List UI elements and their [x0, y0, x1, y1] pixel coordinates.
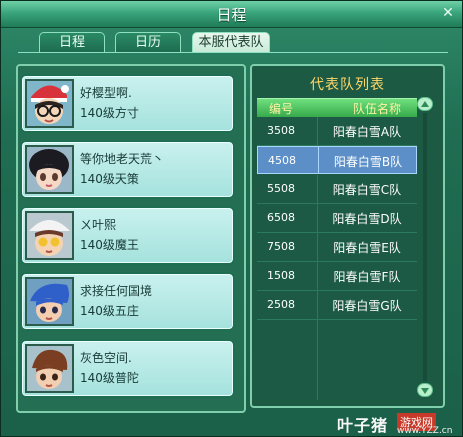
watermark-logo: 叶子猪 游戏网 www.YZZ.cn [337, 411, 455, 436]
window-title: 日程 [216, 6, 247, 24]
member-card[interactable]: 灰色空间. 140级普陀 [20, 339, 235, 398]
chevron-down-icon [421, 388, 429, 394]
scroll-up-button[interactable] [417, 97, 433, 111]
table-row[interactable]: 3508 阳春白雪A队 [257, 117, 417, 146]
tab-label: 日程 [58, 35, 85, 50]
team-name: 阳春白雪A队 [332, 125, 402, 139]
team-name: 阳春白雪E队 [333, 241, 401, 255]
team-id: 2508 [267, 298, 295, 311]
scroll-track[interactable] [423, 113, 427, 381]
team-list-title: 代表队列表 [310, 77, 385, 93]
team-id: 6508 [267, 211, 295, 224]
member-card[interactable]: ㄨ叶熙 140级魔王 [20, 206, 235, 265]
table-row[interactable]: 6508 阳春白雪D队 [257, 204, 417, 233]
table-row[interactable]: 5508 阳春白雪C队 [257, 175, 417, 204]
member-name: 等你地老天荒丶 [80, 152, 165, 166]
column-header-id: 编号 [269, 102, 294, 116]
team-name: 阳春白雪D队 [332, 212, 402, 226]
schedule-window: 日程 ✕ 日程 日历 本服代表队 好樱型啊. 140级方寸 等你地老天荒丶 14… [0, 0, 463, 437]
member-level-class: 140级魔王 [80, 238, 139, 252]
team-id: 4508 [268, 154, 296, 167]
team-table-header: 编号 队伍名称 [257, 98, 417, 117]
team-list-scrollbar[interactable] [417, 97, 433, 397]
member-level-class: 140级方寸 [80, 106, 139, 120]
team-name: 阳春白雪F队 [333, 270, 401, 284]
team-id: 1508 [267, 269, 295, 282]
table-row[interactable]: 7508 阳春白雪E队 [257, 233, 417, 262]
team-id: 3508 [267, 124, 295, 137]
table-row[interactable]: 2508 阳春白雪G队 [257, 291, 417, 320]
member-card[interactable]: 求接任何国境 140级五庄 [20, 272, 235, 331]
avatar [25, 277, 74, 326]
close-icon[interactable]: ✕ [440, 5, 456, 21]
member-name: 灰色空间. [80, 351, 132, 365]
member-name: 求接任何国境 [80, 284, 153, 298]
team-id: 7508 [267, 240, 295, 253]
team-id: 5508 [267, 182, 295, 195]
team-name: 阳春白雪G队 [332, 299, 402, 313]
watermark-brand: 叶子猪 [337, 416, 389, 435]
team-name: 阳春白雪B队 [333, 155, 403, 169]
scroll-down-button[interactable] [417, 383, 433, 397]
tab-label: 日历 [134, 35, 161, 50]
watermark-url: www.YZZ.cn [397, 426, 453, 436]
member-name: ㄨ叶熙 [80, 218, 117, 232]
avatar [25, 344, 74, 393]
member-card[interactable]: 好樱型啊. 140级方寸 [20, 74, 235, 133]
member-level-class: 140级天策 [80, 172, 139, 186]
table-empty-area [257, 320, 417, 400]
tab-label: 本服代表队 [198, 35, 264, 50]
member-card[interactable]: 等你地老天荒丶 140级天策 [20, 140, 235, 199]
tab-server-team[interactable]: 本服代表队 [192, 32, 270, 53]
team-list-panel: 代表队列表 编号 队伍名称 3508 阳春白雪A队 4508 阳春白雪B队 55… [250, 64, 445, 408]
member-level-class: 140级普陀 [80, 371, 139, 385]
member-level-class: 140级五庄 [80, 304, 139, 318]
table-row-selected[interactable]: 4508 阳春白雪B队 [257, 146, 417, 174]
chevron-up-icon [421, 101, 429, 107]
avatar [25, 145, 74, 194]
tab-calendar[interactable]: 日历 [115, 32, 181, 53]
tab-schedule[interactable]: 日程 [39, 32, 105, 53]
member-name: 好樱型啊. [80, 86, 132, 100]
column-header-name: 队伍名称 [353, 102, 402, 116]
team-name: 阳春白雪C队 [332, 183, 402, 197]
avatar [25, 211, 74, 260]
avatar [25, 79, 74, 128]
title-bar[interactable]: 日程 ✕ [1, 1, 462, 28]
table-row[interactable]: 1508 阳春白雪F队 [257, 262, 417, 291]
column-divider [317, 320, 318, 400]
tab-divider [18, 52, 448, 53]
